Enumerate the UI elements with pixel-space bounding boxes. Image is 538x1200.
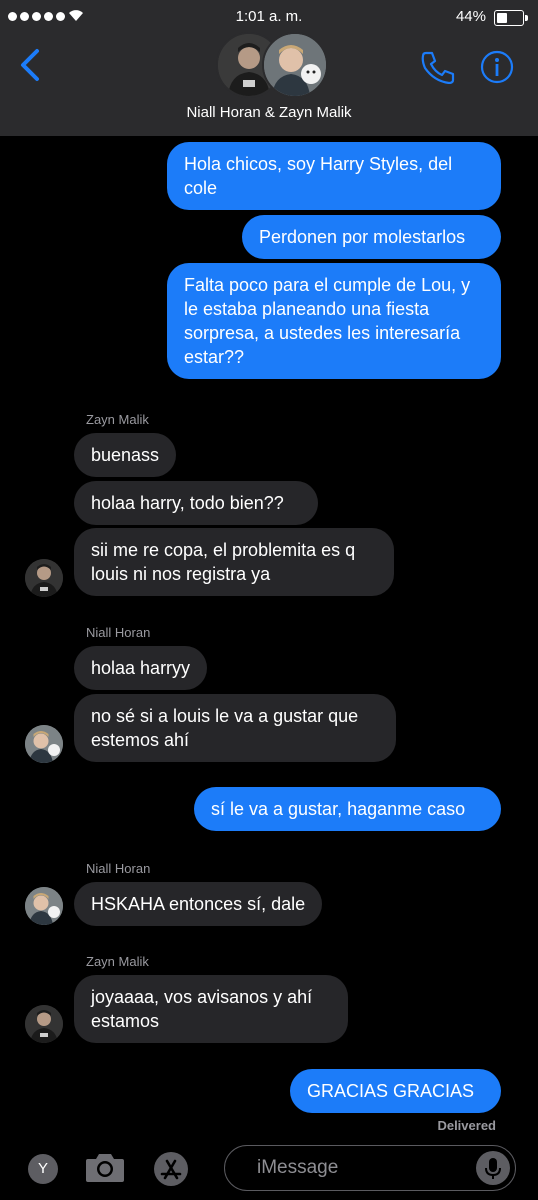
- sender-name: Zayn Malik: [86, 412, 149, 427]
- sender-name: Niall Horan: [86, 861, 151, 876]
- message-input[interactable]: iMessage: [224, 1145, 516, 1191]
- incoming-message[interactable]: holaa harryy: [74, 646, 208, 690]
- zayn-avatar: [25, 559, 63, 597]
- outgoing-message[interactable]: Hola chicos, soy Harry Styles, del cole: [167, 142, 501, 210]
- incoming-message[interactable]: joyaaaa, vos avisanos y ahí estamos: [74, 975, 348, 1043]
- niall-avatar: [25, 887, 63, 925]
- phone-call-icon[interactable]: [420, 50, 456, 84]
- incoming-message[interactable]: HSKAHA entonces sí, dale: [74, 882, 323, 926]
- niall-avatar: [25, 725, 63, 763]
- outgoing-message[interactable]: GRACIAS GRACIAS: [290, 1069, 501, 1113]
- incoming-message[interactable]: buenass: [74, 433, 177, 477]
- keyboard-key-button[interactable]: Y: [28, 1154, 58, 1184]
- microphone-icon[interactable]: [476, 1151, 510, 1185]
- incoming-message[interactable]: no sé si a louis le va a gustar que este…: [74, 694, 396, 762]
- zayn-avatar: [25, 1005, 63, 1043]
- group-avatars[interactable]: [216, 30, 328, 98]
- conversation-title[interactable]: Niall Horan & Zayn Malik: [0, 104, 538, 121]
- battery-icon: [494, 10, 528, 26]
- info-icon[interactable]: [480, 50, 514, 84]
- back-chevron-icon[interactable]: [18, 48, 42, 82]
- conversation-header: Niall Horan & Zayn Malik: [0, 32, 538, 136]
- sender-name: Niall Horan: [86, 625, 151, 640]
- outgoing-message[interactable]: sí le va a gustar, haganme caso: [194, 787, 501, 831]
- outgoing-message[interactable]: Falta poco para el cumple de Lou, y le e…: [167, 263, 501, 379]
- incoming-message[interactable]: holaa harry, todo bien??: [74, 481, 318, 525]
- incoming-message[interactable]: sii me re copa, el problemita es q louis…: [74, 528, 394, 596]
- camera-icon[interactable]: [84, 1150, 126, 1184]
- message-input-placeholder: iMessage: [257, 1157, 339, 1178]
- outgoing-message[interactable]: Perdonen por molestarlos: [242, 215, 501, 259]
- app-store-icon[interactable]: [154, 1152, 188, 1186]
- input-bar: Y iMessage: [0, 1138, 538, 1200]
- delivered-status: Delivered: [437, 1118, 496, 1133]
- niall-avatar: [262, 32, 328, 98]
- status-bar: 1:01 a. m. 44%: [0, 0, 538, 34]
- battery-percentage: 44%: [455, 8, 486, 25]
- sender-name: Zayn Malik: [86, 954, 149, 969]
